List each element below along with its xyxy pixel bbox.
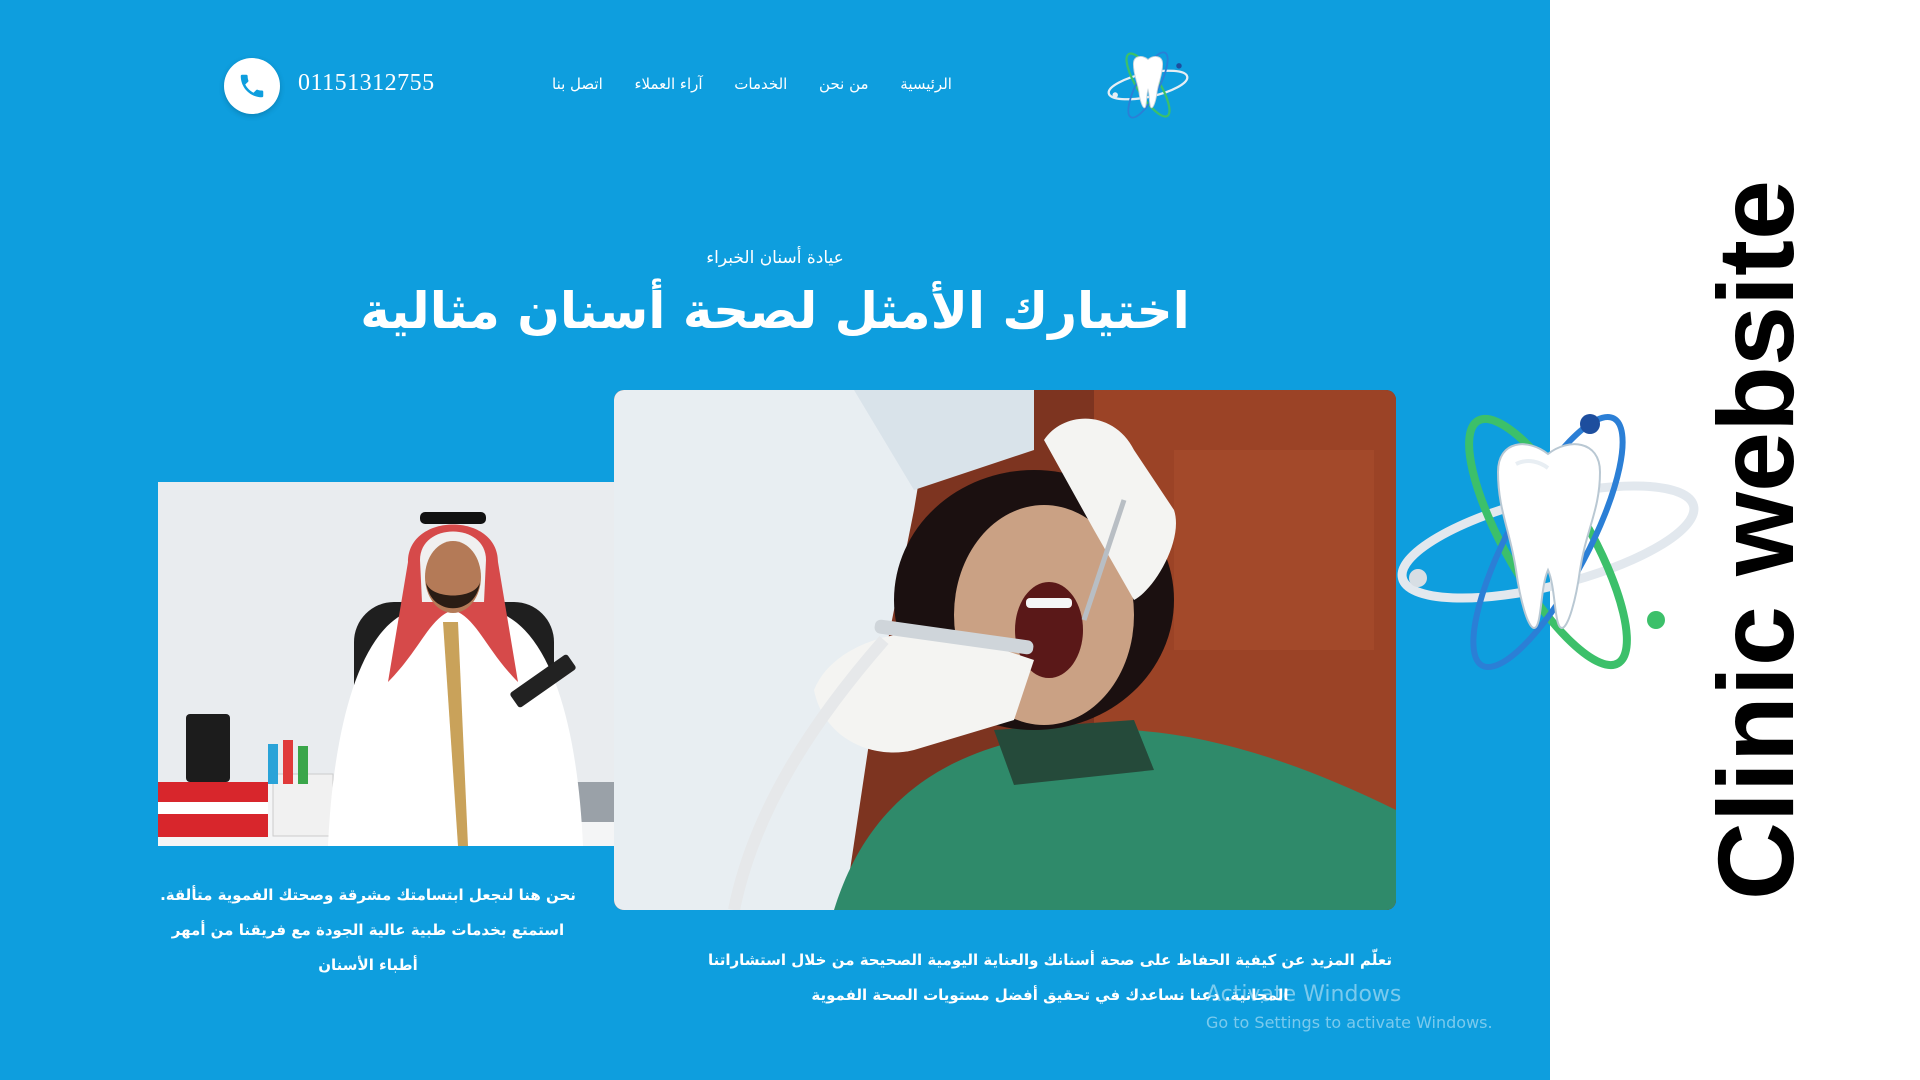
activation-watermark-subtitle: Go to Settings to activate Windows. bbox=[1206, 1013, 1493, 1032]
tooth-atom-logo-icon[interactable] bbox=[1102, 44, 1194, 126]
side-title: Clinic website bbox=[1694, 179, 1816, 901]
nav-home[interactable]: الرئيسية bbox=[900, 75, 952, 93]
nav-contact[interactable]: اتصل بنا bbox=[552, 75, 603, 93]
phone-button[interactable] bbox=[224, 58, 280, 114]
hero-section: 01151312755 الرئيسية من نحن الخدمات آراء… bbox=[0, 0, 1550, 1080]
phone-number[interactable]: 01151312755 bbox=[298, 70, 435, 97]
nav-about[interactable]: من نحن bbox=[819, 75, 869, 93]
main-nav: الرئيسية من نحن الخدمات آراء العملاء اتص… bbox=[552, 72, 952, 96]
nav-testimonials[interactable]: آراء العملاء bbox=[634, 75, 702, 93]
activation-watermark-title: Activate Windows bbox=[1206, 982, 1402, 1007]
dental-treatment-photo bbox=[614, 390, 1396, 910]
nav-services[interactable]: الخدمات bbox=[734, 75, 787, 93]
tooth-atom-large-icon bbox=[1397, 413, 1699, 671]
doctor-photo bbox=[158, 482, 646, 846]
hero-headline: اختيارك الأمثل لصحة أسنان مثالية bbox=[360, 282, 1190, 340]
intro-paragraph: نحن هنا لنجعل ابتسامتك مشرقة وصحتك الفمو… bbox=[160, 886, 576, 974]
hero-eyebrow: عيادة أسنان الخبراء bbox=[706, 248, 844, 268]
phone-icon bbox=[240, 74, 264, 98]
